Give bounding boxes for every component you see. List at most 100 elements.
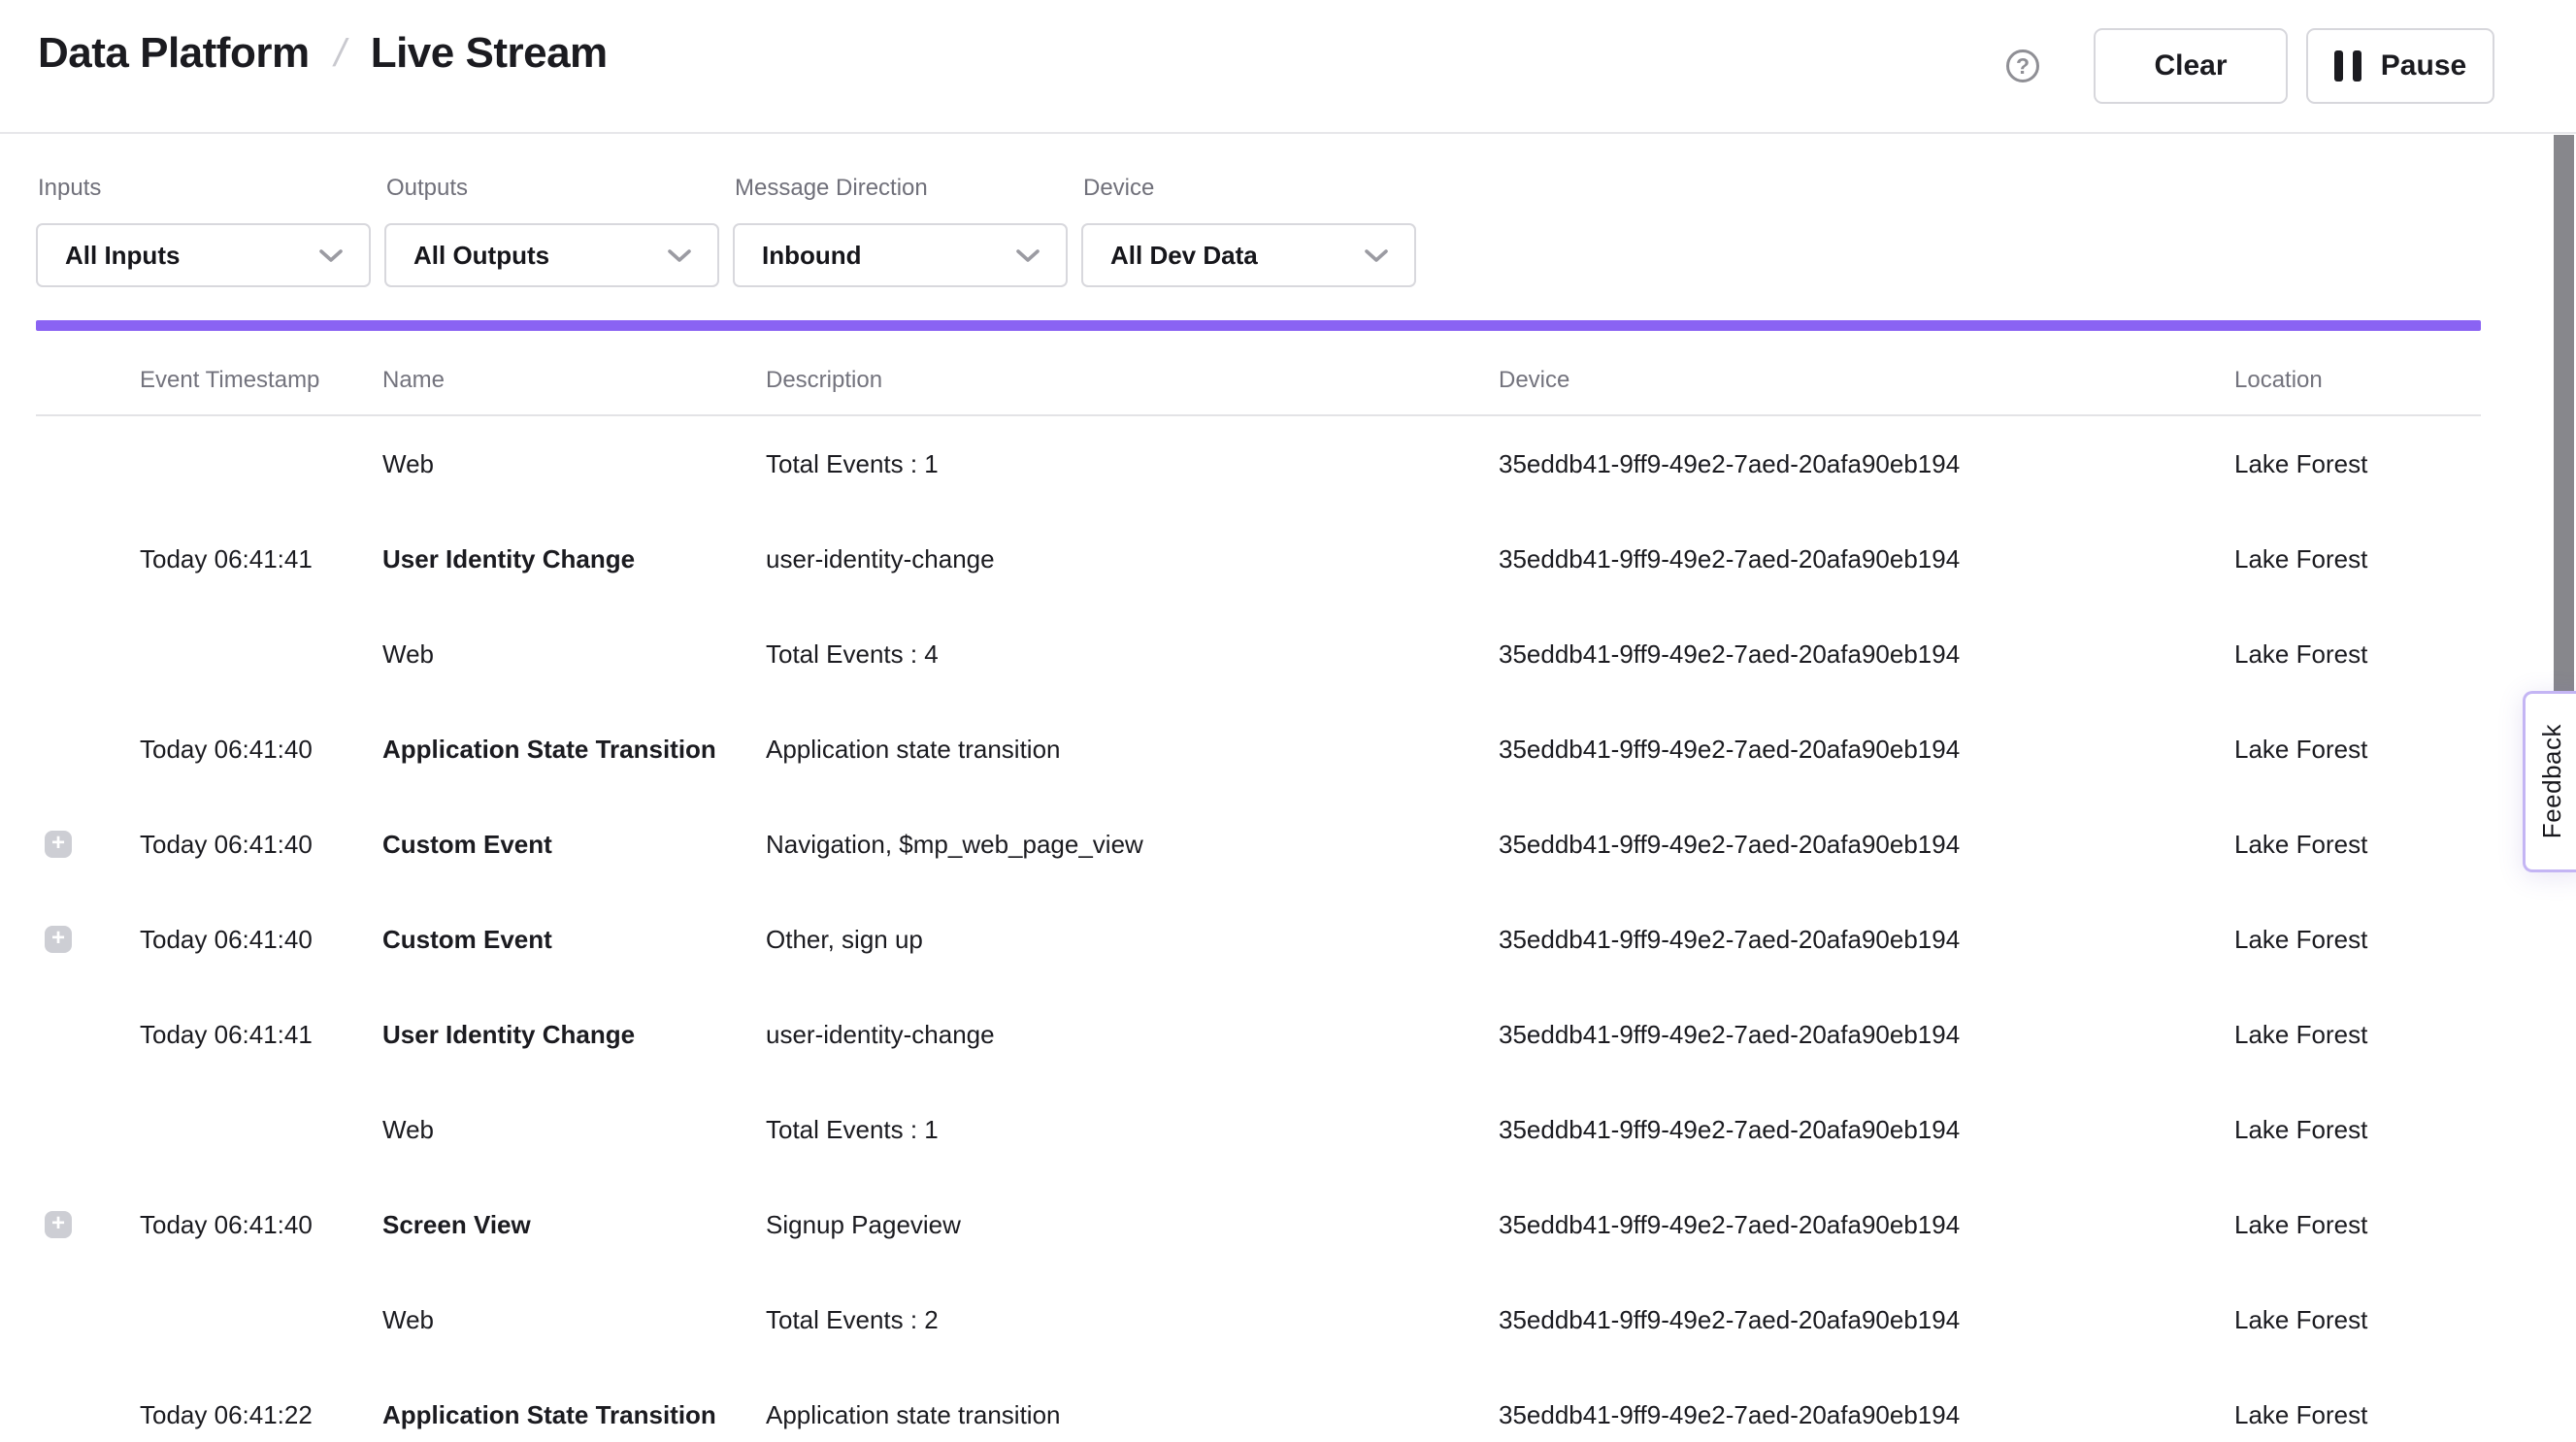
vertical-scrollbar-thumb[interactable] [2554,135,2574,692]
event-row[interactable]: Today 06:41:41 User Identity Change user… [0,987,2576,1082]
event-row[interactable]: Web Total Events : 4 35eddb41-9ff9-49e2-… [0,606,2576,702]
filter: Message Direction Inbound [733,175,1068,287]
feedback-tab[interactable]: Feedback [2523,691,2576,872]
message-direction-select[interactable]: Inbound [733,223,1068,287]
expand-row-button[interactable] [45,831,72,858]
event-table: Web Total Events : 1 35eddb41-9ff9-49e2-… [0,416,2576,1442]
name-cell: Web [382,1272,434,1367]
location-cell: Lake Forest [2234,1177,2367,1272]
filter-select-value: Inbound [762,241,862,271]
header-actions: ? Clear Pause [2006,0,2494,132]
chevron-down-icon [1015,248,1040,263]
location-cell: Lake Forest [2234,797,2367,892]
name-cell: Application State Transition [382,1367,716,1442]
device-cell: 35eddb41-9ff9-49e2-7aed-20afa90eb194 [1499,892,1960,987]
filter-select-value: All Outputs [413,241,549,271]
breadcrumb-root[interactable]: Data Platform [38,29,310,78]
event-row[interactable]: Today 06:41:40 Custom Event Other, sign … [0,892,2576,987]
description-cell: user-identity-change [766,987,995,1082]
device-cell: 35eddb41-9ff9-49e2-7aed-20afa90eb194 [1499,1177,1960,1272]
filter-label: Outputs [386,175,719,202]
device-cell: 35eddb41-9ff9-49e2-7aed-20afa90eb194 [1499,1367,1960,1442]
breadcrumb-separator-icon: / [330,32,350,76]
description-cell: Total Events : 2 [766,1272,939,1367]
accent-divider [36,320,2481,331]
filter-label: Device [1083,175,1416,202]
pause-icon [2334,50,2361,82]
event-row[interactable]: Web Total Events : 1 35eddb41-9ff9-49e2-… [0,1082,2576,1177]
expand-row-button[interactable] [45,926,72,953]
event-row[interactable]: Web Total Events : 2 35eddb41-9ff9-49e2-… [0,1272,2576,1367]
device-cell: 35eddb41-9ff9-49e2-7aed-20afa90eb194 [1499,797,1960,892]
timestamp-cell: Today 06:41:41 [140,987,313,1082]
page-title: Live Stream [371,29,608,78]
description-cell: Application state transition [766,702,1061,797]
event-row[interactable]: Today 06:41:40 Application State Transit… [0,702,2576,797]
feedback-tab-label: Feedback [2537,724,2567,838]
filter: Inputs All Inputs [36,175,371,287]
location-cell: Lake Forest [2234,1367,2367,1442]
column-header-event-timestamp: Event Timestamp [140,367,319,394]
name-cell: Screen View [382,1177,531,1272]
description-cell: Navigation, $mp_web_page_view [766,797,1143,892]
location-cell: Lake Forest [2234,416,2367,511]
event-row[interactable]: Today 06:41:40 Screen View Signup Pagevi… [0,1177,2576,1272]
event-row[interactable]: Today 06:41:41 User Identity Change user… [0,511,2576,606]
timestamp-cell: Today 06:41:41 [140,511,313,606]
name-cell: User Identity Change [382,987,635,1082]
pause-button-label: Pause [2381,49,2466,82]
device-cell: 35eddb41-9ff9-49e2-7aed-20afa90eb194 [1499,511,1960,606]
filter-label: Message Direction [735,175,1068,202]
expand-row-button[interactable] [45,1211,72,1238]
filter: Outputs All Outputs [384,175,719,287]
name-cell: Web [382,606,434,702]
description-cell: Signup Pageview [766,1177,961,1272]
name-cell: User Identity Change [382,511,635,606]
pause-button[interactable]: Pause [2306,28,2494,104]
device-select[interactable]: All Dev Data [1081,223,1416,287]
chevron-down-icon [667,248,692,263]
filter-select-value: All Dev Data [1110,241,1258,271]
location-cell: Lake Forest [2234,702,2367,797]
device-cell: 35eddb41-9ff9-49e2-7aed-20afa90eb194 [1499,1272,1960,1367]
location-cell: Lake Forest [2234,1272,2367,1367]
name-cell: Web [382,1082,434,1177]
device-cell: 35eddb41-9ff9-49e2-7aed-20afa90eb194 [1499,987,1960,1082]
breadcrumb: Data Platform / Live Stream [38,29,608,78]
outputs-select[interactable]: All Outputs [384,223,719,287]
name-cell: Custom Event [382,892,552,987]
description-cell: Other, sign up [766,892,923,987]
device-cell: 35eddb41-9ff9-49e2-7aed-20afa90eb194 [1499,702,1960,797]
name-cell: Web [382,416,434,511]
chevron-down-icon [1364,248,1389,263]
inputs-select[interactable]: All Inputs [36,223,371,287]
column-header-name: Name [382,367,445,394]
header: Data Platform / Live Stream ? Clear Paus… [0,0,2576,134]
event-row[interactable]: Web Total Events : 1 35eddb41-9ff9-49e2-… [0,416,2576,511]
timestamp-cell: Today 06:41:22 [140,1367,313,1442]
description-cell: Application state transition [766,1367,1061,1442]
name-cell: Custom Event [382,797,552,892]
device-cell: 35eddb41-9ff9-49e2-7aed-20afa90eb194 [1499,606,1960,702]
help-icon[interactable]: ? [2006,49,2039,82]
description-cell: Total Events : 1 [766,1082,939,1177]
description-cell: Total Events : 1 [766,416,939,511]
filter-select-value: All Inputs [65,241,180,271]
timestamp-cell: Today 06:41:40 [140,1177,313,1272]
column-header-description: Description [766,367,882,394]
description-cell: Total Events : 4 [766,606,939,702]
location-cell: Lake Forest [2234,511,2367,606]
location-cell: Lake Forest [2234,892,2367,987]
clear-button[interactable]: Clear [2094,28,2288,104]
location-cell: Lake Forest [2234,1082,2367,1177]
timestamp-cell: Today 06:41:40 [140,797,313,892]
filter: Device All Dev Data [1081,175,1416,287]
event-row[interactable]: Today 06:41:40 Custom Event Navigation, … [0,797,2576,892]
live-stream-page: Data Platform / Live Stream ? Clear Paus… [0,0,2576,1442]
column-header-device: Device [1499,367,1569,394]
location-cell: Lake Forest [2234,987,2367,1082]
timestamp-cell: Today 06:41:40 [140,702,313,797]
column-header-location: Location [2234,367,2323,394]
device-cell: 35eddb41-9ff9-49e2-7aed-20afa90eb194 [1499,416,1960,511]
event-row[interactable]: Today 06:41:22 Application State Transit… [0,1367,2576,1442]
